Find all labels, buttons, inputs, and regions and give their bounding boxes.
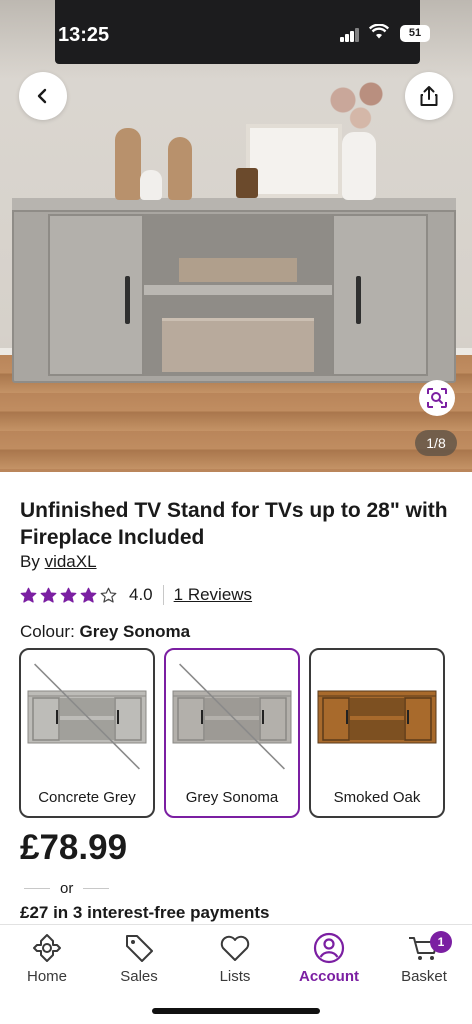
colour-option-label: Concrete Grey	[38, 789, 136, 806]
visual-search-button[interactable]	[419, 380, 455, 416]
nav-home[interactable]: Home	[7, 931, 87, 985]
product-title: Unfinished TV Stand for TVs up to 28" wi…	[20, 499, 448, 549]
nav-label: Sales	[120, 968, 158, 985]
star-filled-icon	[40, 587, 57, 603]
star-filled-icon	[80, 587, 97, 603]
rating-value: 4.0	[129, 585, 153, 604]
colour-thumbnail	[317, 690, 437, 744]
status-bar: 13:25 51	[0, 14, 472, 54]
brand-link[interactable]: vidaXL	[45, 552, 97, 571]
star-empty-icon	[100, 587, 117, 603]
tv-stand-illustration	[12, 198, 456, 383]
dried-flowers	[322, 76, 392, 136]
colour-option[interactable]: Concrete Grey	[19, 648, 155, 818]
rating-row: 4.0 1 Reviews	[20, 583, 252, 607]
cat-figurine	[168, 137, 192, 200]
battery-icon: 51	[400, 25, 430, 42]
star-filled-icon	[20, 587, 37, 603]
status-time: 13:25	[58, 24, 110, 46]
colour-option[interactable]: Grey Sonoma	[164, 648, 300, 818]
wifi-icon	[368, 23, 390, 45]
image-counter: 1/8	[415, 430, 457, 456]
home-indicator	[152, 1008, 320, 1014]
colour-option-label: Grey Sonoma	[185, 789, 279, 806]
back-button[interactable]	[19, 72, 67, 120]
by-prefix: By	[20, 552, 40, 571]
nav-label: Lists	[219, 968, 251, 985]
cat-figurine	[115, 128, 141, 200]
heart-icon	[220, 935, 250, 961]
colour-options: Concrete Grey Grey Sonoma Smoked Oak	[19, 648, 445, 818]
small-vase	[140, 170, 162, 200]
nav-lists[interactable]: Lists	[195, 931, 275, 985]
price: £78.99	[20, 828, 128, 867]
selected-colour: Grey Sonoma	[79, 622, 191, 641]
colour-option-label: Smoked Oak	[333, 789, 421, 806]
nav-account[interactable]: Account	[289, 931, 369, 985]
or-divider: or	[24, 880, 110, 897]
visual-search-icon	[427, 388, 447, 408]
colour-option[interactable]: Smoked Oak	[309, 648, 445, 818]
product-image[interactable]: 13:25 51 1/8	[0, 0, 472, 472]
signal-icon	[340, 28, 360, 42]
nav-sales[interactable]: Sales	[99, 931, 179, 985]
reed-diffuser	[236, 168, 258, 198]
nav-basket[interactable]: Basket 1	[384, 931, 464, 985]
star-filled-icon	[60, 587, 77, 603]
brand-line: By vidaXL	[20, 552, 97, 572]
nav-label: Home	[26, 968, 67, 985]
star-rating	[20, 587, 117, 604]
account-icon	[313, 932, 345, 964]
reviews-link[interactable]: 1 Reviews	[174, 585, 252, 605]
tag-icon	[126, 935, 153, 962]
share-icon	[420, 86, 438, 106]
nav-label: Account	[299, 968, 359, 985]
nav-label: Basket	[401, 968, 447, 985]
colour-label: Colour: Grey Sonoma	[20, 622, 191, 641]
flower-vase	[342, 132, 376, 200]
chevron-left-icon	[37, 88, 47, 104]
home-icon	[33, 934, 61, 962]
basket-count-badge: 1	[430, 931, 452, 953]
share-button[interactable]	[405, 72, 453, 120]
divider	[162, 585, 164, 605]
installments-text: £27 in 3 interest-free payments	[20, 903, 270, 922]
